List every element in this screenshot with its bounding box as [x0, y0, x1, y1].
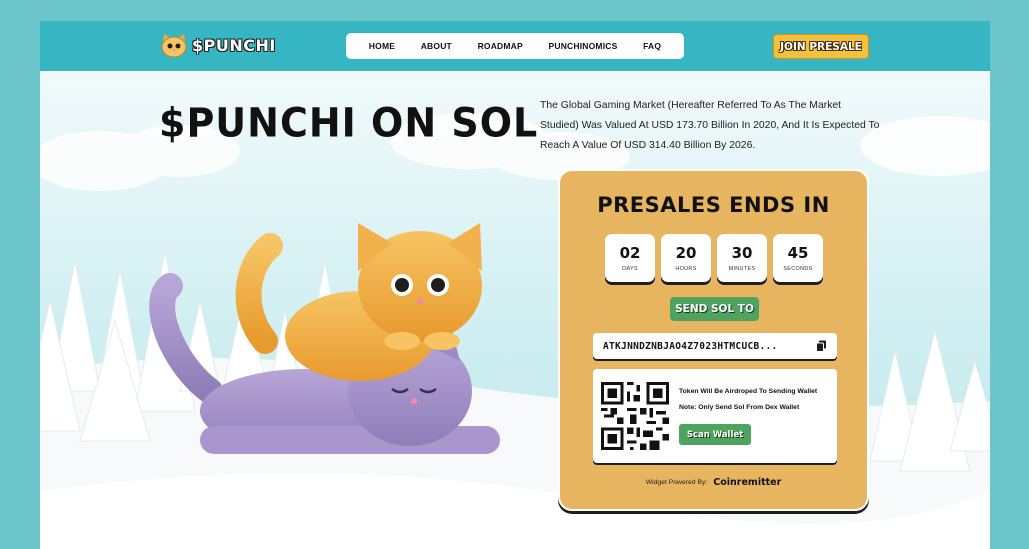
top-header: $PUNCHI HOME ABOUT ROADMAP PUNCHINOMICS …: [40, 21, 990, 71]
hero-title: $PUNCHI ON SOL: [159, 99, 539, 147]
timer-seconds: 45 SECONDS: [773, 234, 823, 282]
brand-name: $PUNCHI: [192, 35, 276, 55]
timer-label: DAYS: [622, 266, 638, 272]
timer-label: MINUTES: [728, 266, 756, 272]
send-sol-to-button[interactable]: SEND SOL TO: [670, 297, 759, 321]
timer-label: HOURS: [675, 266, 697, 272]
timer-minutes: 30 MINUTES: [717, 234, 767, 282]
nav-item-faq[interactable]: FAQ: [643, 41, 661, 51]
widget-powered-by: Widget Powered By: Coinremitter: [560, 477, 867, 488]
countdown-timer: 02 DAYS 20 HOURS 30 MINUTES 45 SECONDS: [605, 234, 823, 282]
presale-title: PRESALES ENDS IN: [597, 193, 830, 217]
hero-description: The Global Gaming Market (Hereafter Refe…: [540, 100, 880, 151]
qr-code-icon[interactable]: [601, 380, 669, 452]
timer-value: 02: [619, 244, 641, 262]
page: $PUNCHI HOME ABOUT ROADMAP PUNCHINOMICS …: [40, 21, 990, 549]
copy-icon[interactable]: [816, 340, 827, 352]
nav-item-punchinomics[interactable]: PUNCHINOMICS: [549, 41, 618, 51]
timer-value: 20: [675, 244, 697, 262]
timer-value: 45: [787, 244, 809, 262]
airdrop-note: Token Will Be Airdroped To Sending Walle…: [679, 388, 818, 395]
cat-face-icon: [161, 34, 187, 57]
timer-days: 02 DAYS: [605, 234, 655, 282]
brand-logo[interactable]: $PUNCHI: [160, 33, 276, 57]
coinremitter-brand[interactable]: Coinremitter: [713, 477, 781, 488]
nav-item-home[interactable]: HOME: [369, 41, 395, 51]
join-presale-button[interactable]: JOIN PRESALE: [773, 34, 869, 59]
nav-item-roadmap[interactable]: ROADMAP: [478, 41, 523, 51]
timer-value: 30: [731, 244, 753, 262]
dex-wallet-note: Note: Only Send Sol From Dex Wallet: [679, 404, 800, 411]
nav-item-about[interactable]: ABOUT: [421, 41, 452, 51]
wallet-address: ATKJNNDZNBJAO4Z7023HTMCUCB...: [603, 340, 778, 352]
wallet-address-field[interactable]: ATKJNNDZNBJAO4Z7023HTMCUCB...: [593, 333, 837, 359]
powered-by-label: Widget Powered By:: [645, 479, 708, 486]
timer-hours: 20 HOURS: [661, 234, 711, 282]
timer-label: SECONDS: [783, 266, 813, 272]
presale-widget: PRESALES ENDS IN 02 DAYS 20 HOURS 30 MIN…: [558, 169, 869, 511]
scan-wallet-button[interactable]: Scan Wallet: [679, 424, 751, 445]
qr-panel: Token Will Be Airdroped To Sending Walle…: [593, 369, 837, 463]
main-nav: HOME ABOUT ROADMAP PUNCHINOMICS FAQ: [346, 33, 684, 59]
